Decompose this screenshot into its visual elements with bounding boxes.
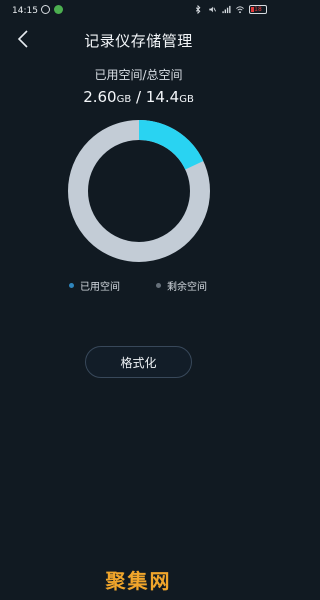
total-space-value: 14.4 [145, 88, 180, 106]
alarm-icon [41, 5, 50, 14]
mute-icon [209, 6, 217, 13]
page-title: 记录仪存储管理 [84, 32, 193, 50]
signal-icon [222, 5, 231, 14]
battery-level: 18 [254, 6, 262, 13]
legend-free-label: 剩余空间 [167, 282, 207, 293]
used-space-value: 2.60 [83, 88, 117, 106]
storage-label: 已用空间/总空间 [94, 68, 183, 82]
legend-used: 已用空间 [69, 278, 120, 293]
battery-icon: 18 [249, 5, 267, 14]
status-bar: 14:15 18 [0, 0, 277, 22]
storage-separator: / [131, 88, 146, 106]
watermark-logo: 聚集网 [105, 569, 172, 593]
app-notification-icon [54, 5, 63, 14]
legend-used-label: 已用空间 [80, 282, 120, 293]
total-space-unit: GB [179, 94, 194, 105]
wifi-icon [236, 6, 244, 14]
format-button[interactable]: 格式化 [85, 346, 192, 378]
legend: 已用空间 剩余空间 [0, 278, 277, 293]
status-right-icons: 18 [193, 5, 267, 14]
storage-donut-chart [68, 120, 210, 262]
status-left-icons [41, 5, 63, 14]
bluetooth-icon [195, 5, 201, 14]
free-space-dot-icon [156, 283, 161, 288]
header: 记录仪存储管理 [0, 22, 277, 58]
storage-values: 2.60GB / 14.4GB [0, 88, 277, 106]
legend-free: 剩余空间 [156, 278, 207, 293]
used-space-unit: GB [116, 94, 132, 105]
used-space-dot-icon [69, 283, 74, 288]
used-space-arc [138, 120, 204, 170]
status-time: 14:15 [12, 6, 38, 16]
